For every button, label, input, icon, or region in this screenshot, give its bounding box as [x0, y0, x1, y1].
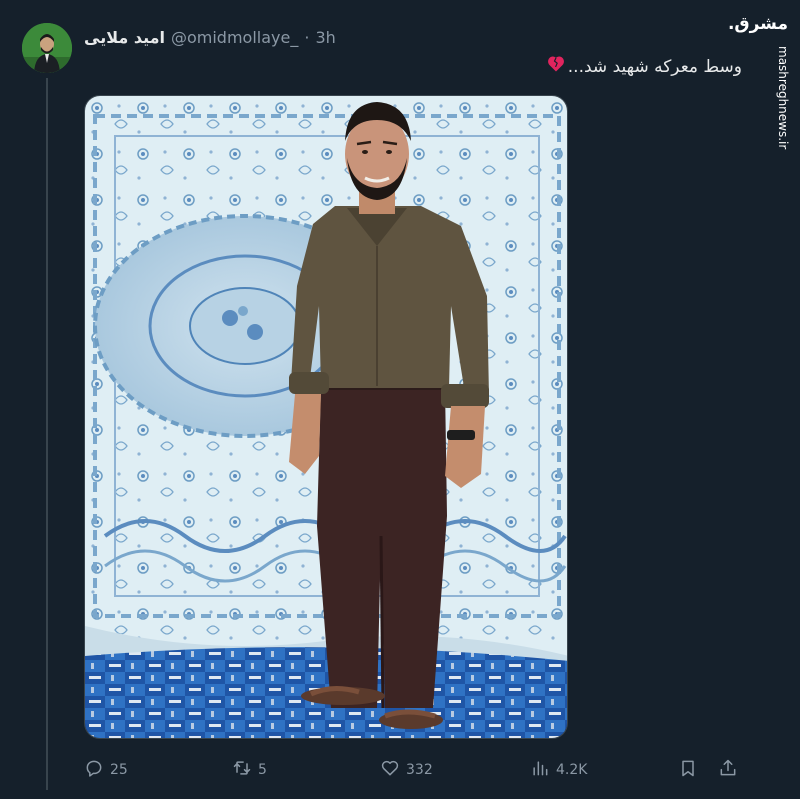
watermark-site: mashreghnews.ir: [776, 46, 790, 150]
reply-icon: [84, 758, 104, 782]
reply-button[interactable]: 25: [84, 757, 128, 783]
like-count: 332: [406, 762, 433, 778]
display-name[interactable]: امید ملایی: [84, 28, 165, 47]
tweet-header: امید ملایی @omidmollaye_ · 3h: [84, 26, 336, 48]
bookmark-icon: [678, 758, 698, 782]
tweet-timestamp[interactable]: 3h: [315, 28, 335, 47]
bookmark-button[interactable]: [678, 757, 698, 783]
retweet-count: 5: [258, 762, 267, 778]
reply-count: 25: [110, 762, 128, 778]
retweet-icon: [232, 758, 252, 782]
tweet-actions: 25 5 332 4.2K: [84, 757, 744, 783]
watermark-logo: مشرق.: [727, 14, 788, 34]
user-handle[interactable]: @omidmollaye_: [171, 28, 298, 47]
retweet-button[interactable]: 5: [232, 757, 267, 783]
heart-icon: [380, 758, 400, 782]
views-count: 4.2K: [556, 762, 588, 778]
photo-illustration: [85, 96, 567, 738]
share-icon: [718, 758, 738, 782]
tweet-text-content: وسط معرکه شهید شد...: [567, 56, 742, 77]
views-icon: [530, 758, 550, 782]
tweet-photo[interactable]: [84, 95, 568, 739]
views-button[interactable]: 4.2K: [530, 757, 587, 783]
share-button[interactable]: [718, 757, 738, 783]
separator-dot: ·: [304, 27, 310, 47]
broken-heart-icon: [546, 54, 566, 79]
tweet-page: امید ملایی @omidmollaye_ · 3h مشرق. mash…: [0, 0, 800, 799]
avatar[interactable]: [22, 23, 72, 73]
avatar-image: [22, 23, 72, 73]
thread-line: [46, 78, 48, 790]
like-button[interactable]: 332: [380, 757, 433, 783]
tweet-text: وسط معرکه شهید شد...: [546, 54, 742, 79]
watermark: مشرق. mashreghnews.ir: [728, 10, 790, 149]
